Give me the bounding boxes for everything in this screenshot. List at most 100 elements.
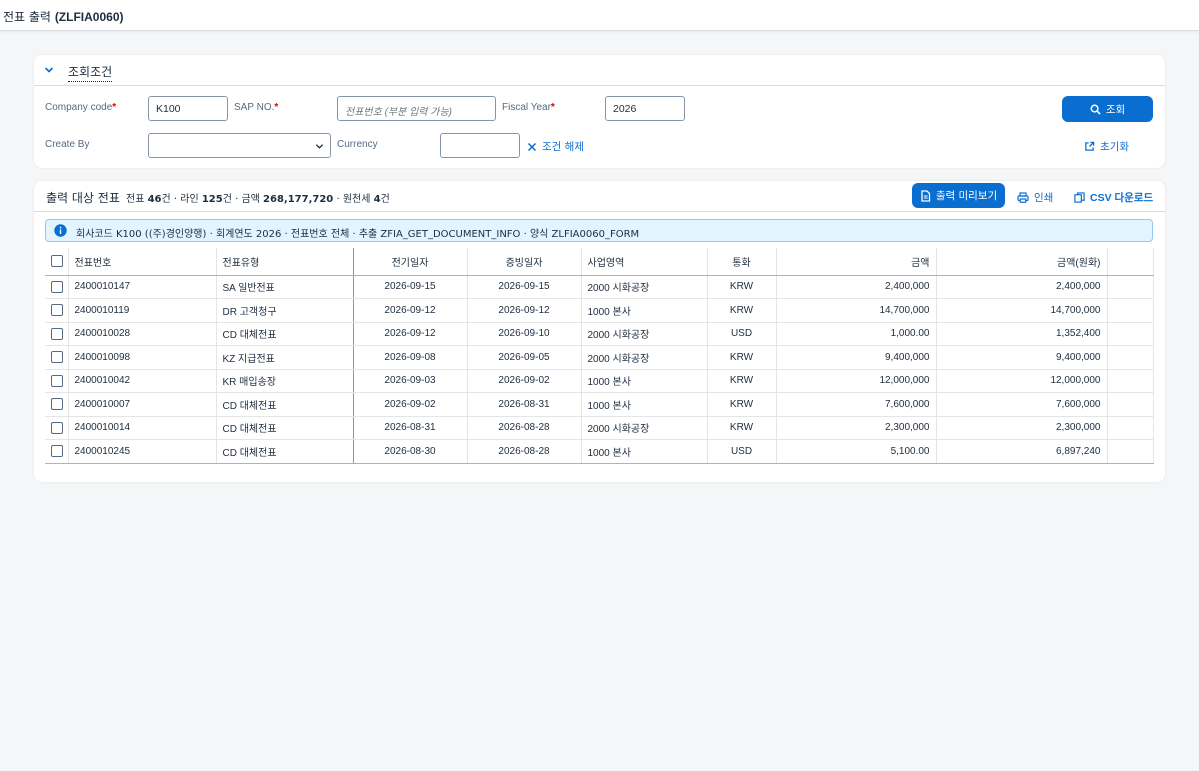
- currency-cell: KRW: [707, 392, 777, 417]
- document-table: 전표번호 전표유형 전기일자 증빙일자 사업영역 통화 금액 금액(원화) 24…: [45, 248, 1154, 464]
- fiscal-year-label: Fiscal Year*: [502, 102, 555, 113]
- column-header[interactable]: 전표유형: [216, 248, 354, 276]
- document-date-cell: 2026-08-31: [467, 392, 582, 417]
- posting-date-cell: 2026-08-30: [353, 439, 468, 464]
- column-header[interactable]: 통화: [707, 248, 777, 276]
- row-checkbox[interactable]: [51, 398, 63, 411]
- doc-number-cell: 2400010007: [68, 392, 217, 417]
- fiscal-year-input[interactable]: 2026: [605, 96, 685, 121]
- row-checkbox[interactable]: [51, 327, 63, 340]
- filler-cell: [1107, 345, 1154, 370]
- search-button[interactable]: 조회: [1062, 96, 1153, 122]
- search-icon: [1090, 104, 1101, 115]
- posting-date-cell: 2026-09-02: [353, 392, 468, 417]
- print-preview-label: 출력 미리보기: [935, 190, 998, 202]
- business-area-cell: 2000 시화공장: [581, 345, 708, 370]
- app-title-code: (ZLFIA0060): [54, 10, 124, 24]
- search-button-label: 조회: [1105, 103, 1126, 116]
- row-select-cell: [45, 439, 69, 464]
- column-header[interactable]: 사업영역: [581, 248, 708, 276]
- reset-button[interactable]: 초기화: [1084, 139, 1129, 154]
- column-header[interactable]: 전표번호: [68, 248, 217, 276]
- doc-number-cell: 2400010119: [68, 298, 217, 323]
- table-row[interactable]: 2400010007 CD 대체전표 2026-09-02 2026-08-31…: [45, 392, 1154, 417]
- row-checkbox[interactable]: [51, 445, 63, 458]
- csv-download-button[interactable]: CSV 다운로드: [1074, 190, 1153, 205]
- column-header[interactable]: 증빙일자: [467, 248, 582, 276]
- row-checkbox[interactable]: [51, 304, 63, 317]
- filter-section-title[interactable]: 조회조건: [68, 63, 113, 82]
- table-header-row: 전표번호 전표유형 전기일자 증빙일자 사업영역 통화 금액 금액(원화): [45, 248, 1154, 276]
- print-preview-button[interactable]: 출력 미리보기: [912, 183, 1005, 208]
- doc-number-cell: 2400010147: [68, 275, 217, 299]
- row-checkbox[interactable]: [51, 421, 63, 434]
- reset-button-label: 초기화: [1100, 141, 1129, 153]
- result-panel: 출력 대상 전표 전표 46건 · 라인 125건 · 금액 268,177,7…: [34, 181, 1165, 482]
- app-title-text: 전표 출력: [3, 10, 51, 24]
- amount-krw-cell: 2,400,000: [936, 275, 1108, 299]
- filter-header[interactable]: 조회조건: [34, 55, 1165, 86]
- required-mark: *: [274, 102, 279, 113]
- create-by-label: Create By: [45, 139, 90, 150]
- amount-cell: 7,600,000: [776, 392, 937, 417]
- amount-cell: 2,400,000: [776, 275, 937, 299]
- column-header[interactable]: 전기일자: [353, 248, 468, 276]
- amount-cell: 1,000.00: [776, 322, 937, 346]
- row-select-cell: [45, 345, 69, 370]
- sap-no-input[interactable]: 전표번호 (부분 입력 가능): [337, 96, 496, 121]
- company-code-input[interactable]: K100: [148, 96, 228, 121]
- filler-cell: [1107, 439, 1154, 464]
- filter-panel: 조회조건 Company code* K100 SAP NO.* 전표번호 (부…: [34, 55, 1165, 168]
- clear-conditions-button[interactable]: 조건 해제: [527, 139, 584, 154]
- row-select-cell: [45, 298, 69, 323]
- table-row[interactable]: 2400010042 KR 매입송장 2026-09-03 2026-09-02…: [45, 369, 1154, 393]
- currency-input[interactable]: [440, 133, 520, 158]
- amount-krw-cell: 14,700,000: [936, 298, 1108, 323]
- amount-krw-cell: 7,600,000: [936, 392, 1108, 417]
- doc-type-cell: CD 대체전표: [216, 322, 354, 346]
- table-row[interactable]: 2400010147 SA 일반전표 2026-09-15 2026-09-15…: [45, 275, 1154, 299]
- table-row[interactable]: 2400010028 CD 대체전표 2026-09-12 2026-09-10…: [45, 322, 1154, 346]
- document-date-cell: 2026-09-05: [467, 345, 582, 370]
- csv-download-label: CSV 다운로드: [1090, 192, 1154, 204]
- clear-conditions-label: 조건 해제: [542, 141, 584, 153]
- required-mark: *: [112, 102, 117, 113]
- amount-krw-cell: 12,000,000: [936, 369, 1108, 393]
- table-row[interactable]: 2400010014 CD 대체전표 2026-08-31 2026-08-28…: [45, 416, 1154, 440]
- row-checkbox[interactable]: [51, 374, 63, 387]
- table-row[interactable]: 2400010245 CD 대체전표 2026-08-30 2026-08-28…: [45, 439, 1154, 464]
- doc-type-cell: DR 고객청구: [216, 298, 354, 323]
- print-button[interactable]: 인쇄: [1017, 190, 1053, 205]
- business-area-cell: 1000 본사: [581, 298, 708, 323]
- table-row[interactable]: 2400010119 DR 고객청구 2026-09-12 2026-09-12…: [45, 298, 1154, 323]
- table-row[interactable]: 2400010098 KZ 지급전표 2026-09-08 2026-09-05…: [45, 345, 1154, 370]
- column-header[interactable]: 금액: [776, 248, 937, 276]
- result-summary: 전표 46건 · 라인 125건 · 금액 268,177,720 · 원천세 …: [126, 194, 390, 205]
- create-by-select[interactable]: [148, 133, 331, 158]
- business-area-cell: 1000 본사: [581, 369, 708, 393]
- info-message-text: 회사코드 K100 ((주)경인양행) · 회계연도 2026 · 전표번호 전…: [76, 229, 640, 240]
- posting-date-cell: 2026-09-03: [353, 369, 468, 393]
- currency-cell: KRW: [707, 345, 777, 370]
- row-select-cell: [45, 275, 69, 299]
- doc-type-cell: KR 매입송장: [216, 369, 354, 393]
- row-checkbox[interactable]: [51, 351, 63, 364]
- chevron-down-icon[interactable]: [43, 64, 55, 76]
- row-checkbox[interactable]: [51, 280, 63, 293]
- posting-date-cell: 2026-09-15: [353, 275, 468, 299]
- row-select-cell: [45, 392, 69, 417]
- doc-type-cell: SA 일반전표: [216, 275, 354, 299]
- document-date-cell: 2026-08-28: [467, 439, 582, 464]
- business-area-cell: 2000 시화공장: [581, 322, 708, 346]
- column-header[interactable]: 금액(원화): [936, 248, 1108, 276]
- row-select-cell: [45, 322, 69, 346]
- amount-cell: 12,000,000: [776, 369, 937, 393]
- copy-icon: [1074, 192, 1085, 203]
- filler-cell: [1107, 369, 1154, 393]
- amount-krw-cell: 1,352,400: [936, 322, 1108, 346]
- external-link-icon: [1085, 141, 1095, 151]
- select-all-checkbox[interactable]: [51, 255, 63, 268]
- app-title: 전표 출력 (ZLFIA0060): [3, 8, 124, 25]
- business-area-cell: 1000 본사: [581, 439, 708, 464]
- currency-cell: KRW: [707, 298, 777, 323]
